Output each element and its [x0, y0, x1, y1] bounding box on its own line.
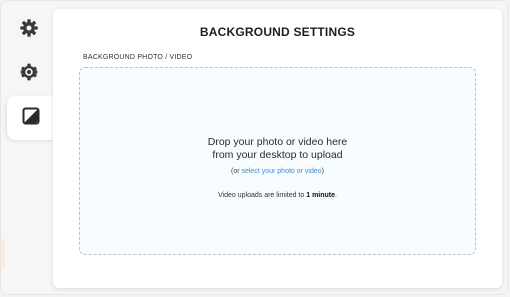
upload-dropzone[interactable]: Drop your photo or video here from your …	[79, 67, 476, 255]
sidebar-item-settings[interactable]	[9, 54, 49, 94]
section-label: BACKGROUND PHOTO / VIDEO	[83, 54, 193, 61]
dropzone-select-hint: (or select your photo or video)	[80, 168, 475, 175]
note-suffix: .	[335, 192, 337, 199]
video-limit-note: Video uploads are limited to 1 minute.	[80, 192, 475, 199]
sidebar	[1, 1, 57, 296]
select-file-link[interactable]: select your photo or video	[241, 168, 321, 175]
hint-suffix: )	[321, 168, 324, 175]
sidebar-item-general[interactable]	[9, 10, 49, 50]
dropzone-instructions: Drop your photo or video here from your …	[80, 136, 475, 162]
note-prefix: Video uploads are limited to	[218, 192, 307, 199]
app-frame: BACKGROUND SETTINGS BACKGROUND PHOTO / V…	[0, 0, 508, 295]
panel-title: BACKGROUND SETTINGS	[199, 25, 356, 39]
gear-icon	[19, 18, 39, 43]
dropzone-line-1: Drop your photo or video here	[207, 136, 348, 148]
dropzone-line-2: from your desktop to upload	[212, 149, 343, 161]
background-settings-panel: BACKGROUND SETTINGS BACKGROUND PHOTO / V…	[53, 9, 502, 288]
hint-prefix: (or	[230, 168, 242, 175]
note-duration: 1 minute	[306, 192, 336, 199]
background-contrast-icon	[22, 107, 40, 130]
sidebar-item-background[interactable]	[7, 96, 55, 140]
settings-icon	[19, 62, 39, 87]
